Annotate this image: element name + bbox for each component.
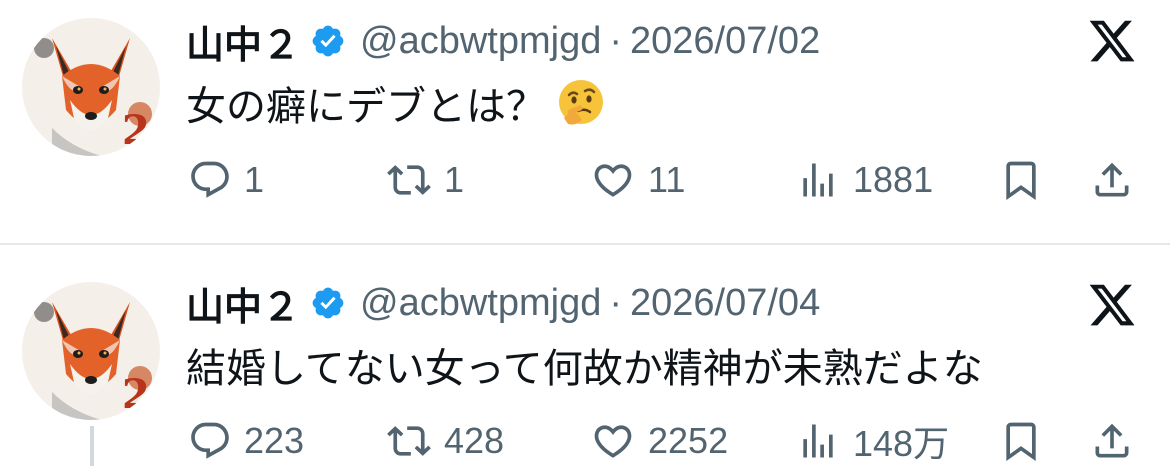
tweet-text-content: 女の癖にデブとは？ xyxy=(186,85,546,129)
author-handle[interactable]: @acbwtpmjgd xyxy=(360,282,601,325)
like-count: 11 xyxy=(648,159,686,200)
x-logo-icon xyxy=(1086,16,1138,66)
views-button[interactable]: 148万 xyxy=(795,416,949,466)
like-count: 2252 xyxy=(648,420,729,461)
reply-count: 1 xyxy=(244,159,265,200)
retweet-button[interactable]: 1 xyxy=(386,155,464,205)
bookmark-icon xyxy=(998,158,1044,202)
reply-button[interactable]: 1 xyxy=(188,155,264,205)
like-icon xyxy=(590,419,636,463)
reply-icon xyxy=(188,419,232,463)
retweet-icon xyxy=(386,419,432,463)
bookmark-button[interactable] xyxy=(998,155,1044,205)
reply-count: 223 xyxy=(244,420,305,461)
share-icon xyxy=(1090,158,1134,202)
retweet-icon xyxy=(386,158,432,202)
bookmark-button[interactable] xyxy=(998,416,1044,466)
verified-badge-icon xyxy=(310,285,346,321)
tweet[interactable]: 2 山中２ @acbwtpmjgd · 2026/07/02 女の癖にデブとは？ xyxy=(0,0,1170,244)
thinking-face-emoji xyxy=(556,78,606,128)
tweet-header: 山中２ @acbwtpmjgd · 2026/07/02 xyxy=(186,14,820,69)
retweet-count: 1 xyxy=(444,159,465,200)
tweet-text: 女の癖にデブとは？ xyxy=(186,76,606,130)
tweet-text-content: 結婚してない女って何故か精神が未熟だよな xyxy=(186,347,983,391)
tweet-date[interactable]: 2026/07/02 xyxy=(630,20,820,63)
views-count: 148万 xyxy=(853,423,950,464)
bookmark-icon xyxy=(998,419,1044,463)
views-count: 1881 xyxy=(853,159,934,200)
tweet[interactable]: 2 山中２ @acbwtpmjgd · 2026/07/04 結婚してない女って… xyxy=(0,246,1170,466)
reply-button[interactable]: 223 xyxy=(188,416,304,466)
separator-dot: · xyxy=(609,281,623,324)
tweet-actions: 1 1 11 1881 xyxy=(0,155,1170,205)
separator-dot: · xyxy=(609,19,623,62)
views-icon xyxy=(795,158,841,202)
share-icon xyxy=(1090,419,1134,463)
avatar[interactable]: 2 xyxy=(22,18,160,156)
like-icon xyxy=(590,158,636,202)
author-name[interactable]: 山中２ xyxy=(186,14,300,69)
reply-icon xyxy=(188,158,232,202)
tweet-text: 結婚してない女って何故か精神が未熟だよな xyxy=(186,338,983,392)
views-icon xyxy=(795,419,841,463)
tweet-actions: 223 428 2252 148万 xyxy=(0,416,1170,466)
share-button[interactable] xyxy=(1090,416,1134,466)
avatar[interactable]: 2 xyxy=(22,282,160,420)
svg-text:2: 2 xyxy=(122,371,150,418)
tweet-divider xyxy=(0,243,1170,245)
verified-badge-icon xyxy=(310,23,346,59)
svg-text:2: 2 xyxy=(122,107,150,154)
like-button[interactable]: 11 xyxy=(590,155,685,205)
author-handle[interactable]: @acbwtpmjgd xyxy=(360,20,601,63)
like-button[interactable]: 2252 xyxy=(590,416,728,466)
tweet-header: 山中２ @acbwtpmjgd · 2026/07/04 xyxy=(186,276,820,331)
tweet-date[interactable]: 2026/07/04 xyxy=(630,282,820,325)
retweet-count: 428 xyxy=(444,420,505,461)
retweet-button[interactable]: 428 xyxy=(386,416,504,466)
author-name[interactable]: 山中２ xyxy=(186,276,300,331)
x-logo-icon xyxy=(1086,280,1138,330)
views-button[interactable]: 1881 xyxy=(795,155,933,205)
share-button[interactable] xyxy=(1090,155,1134,205)
